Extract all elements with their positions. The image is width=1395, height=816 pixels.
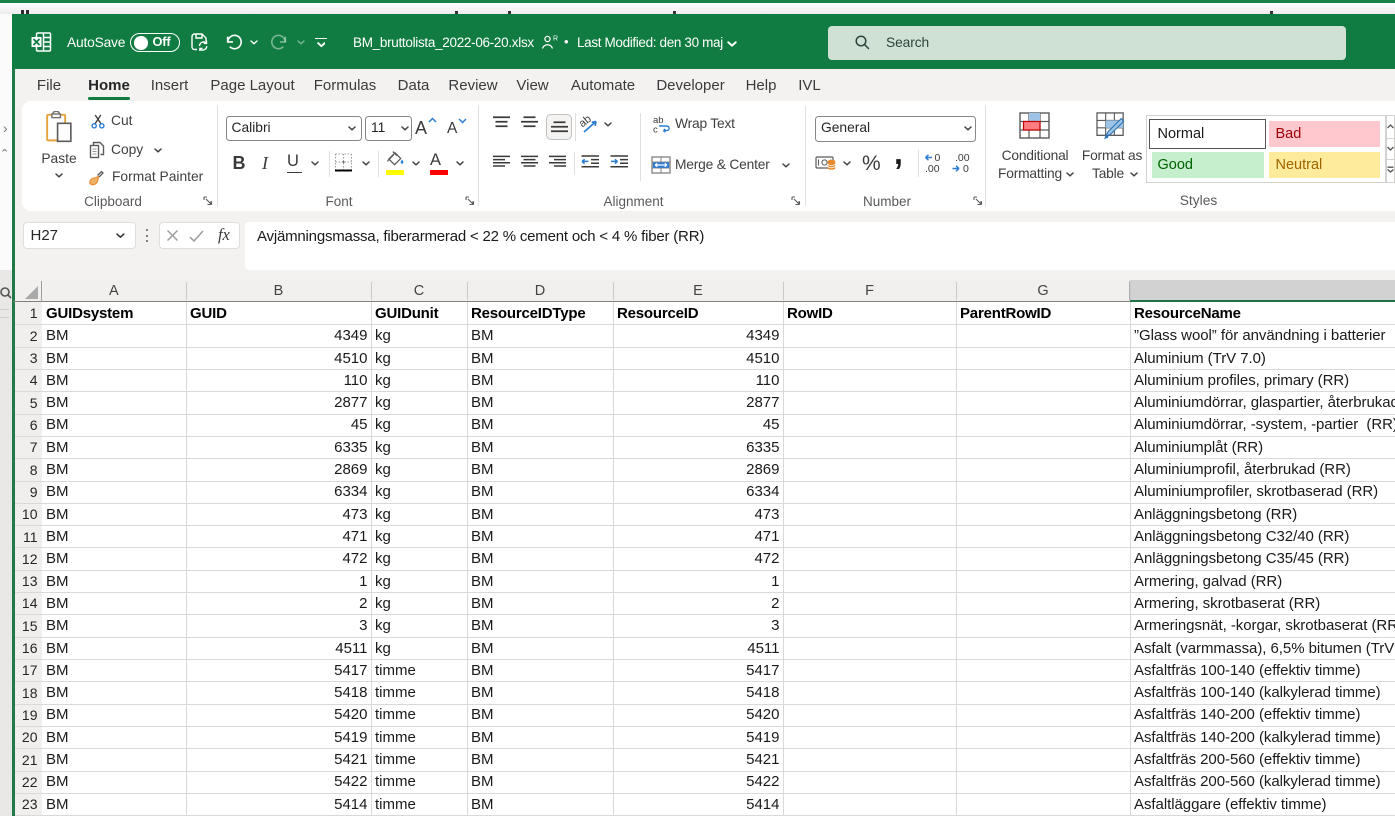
svg-text:R: R xyxy=(553,36,558,43)
svg-text:ab: ab xyxy=(579,114,594,130)
svg-text:.00: .00 xyxy=(925,163,940,174)
svg-text:0: 0 xyxy=(963,163,969,174)
svg-text:c: c xyxy=(653,124,658,133)
